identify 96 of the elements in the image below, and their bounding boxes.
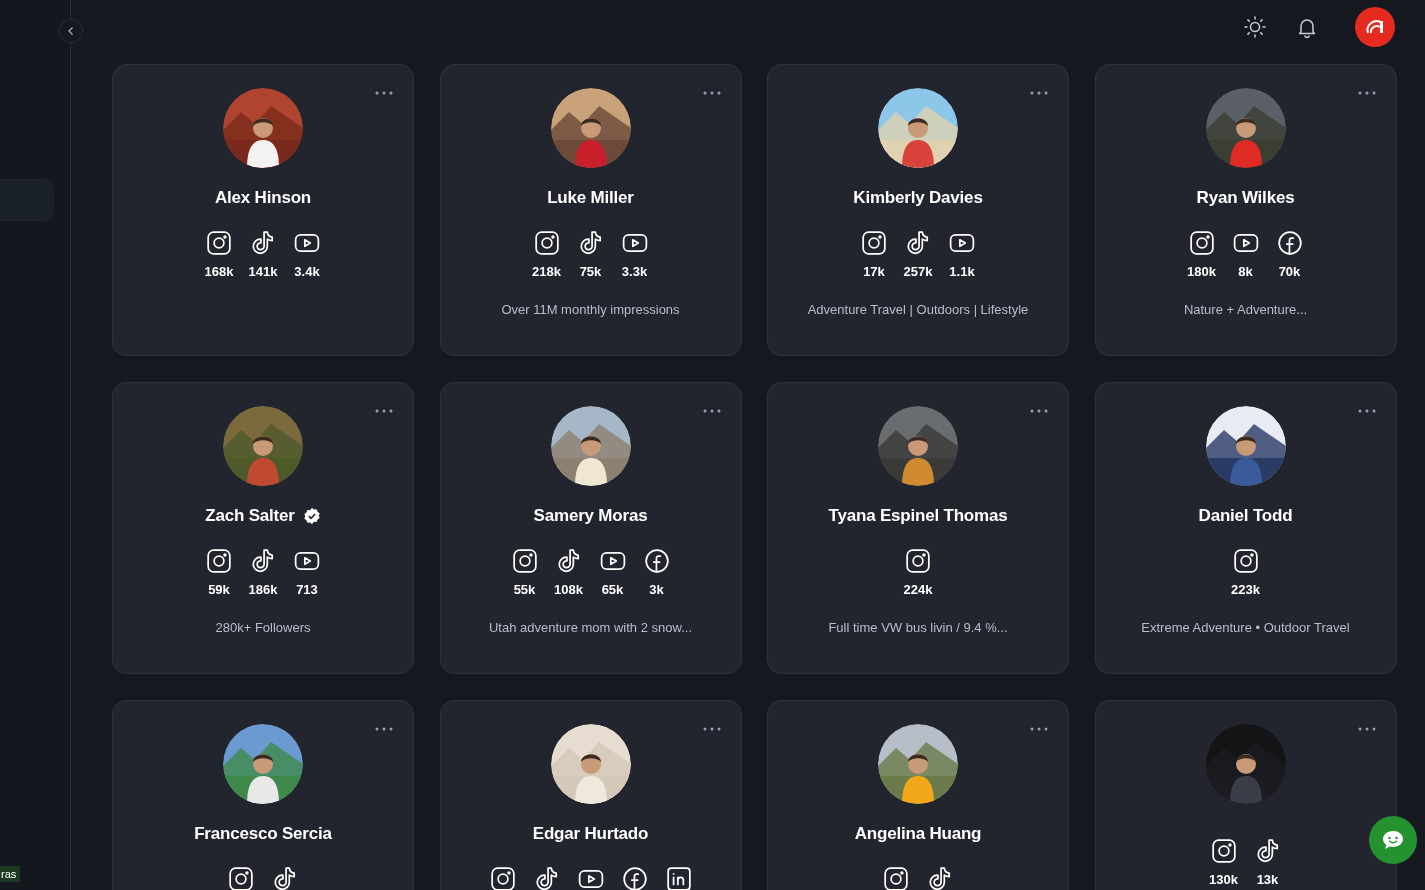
instagram-icon [228,866,254,890]
tiktok-icon [927,866,953,890]
instagram-icon [1210,838,1237,864]
corner-tag: ras [0,866,21,882]
follower-count: 108k [554,582,583,598]
creator-card[interactable]: Alex Hinson 168k 141k 3.4k [112,64,414,356]
instagram-icon [206,230,232,256]
more-icon[interactable] [375,409,393,413]
collapse-button[interactable] [59,19,83,43]
tiktok-icon [272,866,298,890]
creator-description: Adventure Travel | Outdoors | Lifestyle [807,302,1029,317]
facebook-icon [621,866,648,890]
facebook-icon [1276,230,1303,256]
creator-card[interactable]: Ryan Wilkes 180k 8k 70k Nature + Adventure... [1094,64,1397,356]
creator-description: Nature + Adventure... [1183,302,1308,317]
instagram-icon [511,548,538,574]
chevron-left-icon [66,26,76,36]
creator-name: Edgar Hurtado [532,824,649,844]
instagram-icon [533,230,560,256]
creator-name: Kimberly Davies [853,188,983,208]
creator-description: 280k+ Followers [215,620,311,635]
creator-description: Full time VW bus livin / 9.4 %... [828,620,1008,635]
creator-card[interactable]: Angelina Huang [767,700,1069,890]
follower-count: 1.1k [949,264,975,280]
more-icon[interactable] [375,727,393,731]
tiktok-icon [555,548,582,574]
tiktok-icon [250,230,276,256]
creator-card[interactable]: Samery Moras 55k 108k 65k 3k Utah adventure mom with 2 snow... [439,382,742,674]
instagram-icon [861,230,887,256]
more-icon[interactable] [702,91,721,95]
creator-name: Zach Salter [205,506,295,526]
instagram-icon [905,548,931,574]
tiktok-icon [250,548,276,574]
follower-count: 3k [649,582,664,598]
creator-card[interactable]: 130k 13k [1094,700,1397,890]
follower-count: 8k [1238,264,1253,280]
creator-name: Ryan Wilkes [1196,188,1295,208]
tiktok-icon [1254,838,1281,864]
creator-card[interactable]: Daniel Todd 223k Extreme Adventure • Outdoor Travel [1094,382,1397,674]
follower-count: 17k [863,264,885,280]
chat-icon [1381,829,1405,851]
more-icon[interactable] [1357,727,1376,731]
instagram-icon [1232,548,1259,574]
creator-card[interactable]: Luke Miller 218k 75k 3.3k Over 11M monthly impressions [439,64,742,356]
creator-name: Tyana Espinel Thomas [828,506,1008,526]
creator-card[interactable]: Zach Salter 59k 186k 713 280k+ Followers [112,382,414,674]
creator-description: Over 11M monthly impressions [501,302,680,317]
creator-card[interactable]: Tyana Espinel Thomas 224k Full time VW bus livin / 9.4 %... [767,382,1069,674]
facebook-icon [643,548,670,574]
follower-count: 713 [296,582,318,598]
creator-name: Francesco Sercia [194,824,332,844]
follower-count: 13k [1256,872,1279,888]
follower-count: 186k [248,582,278,598]
creator-card[interactable]: Edgar Hurtado [439,700,742,890]
more-icon[interactable] [1030,727,1048,731]
follower-count: 218k [532,264,561,280]
follower-count: 59k [208,582,230,598]
follower-count: 65k [601,582,624,598]
instagram-icon [489,866,516,890]
creator-name: Samery Moras [533,506,648,526]
more-icon[interactable] [702,727,721,731]
instagram-icon [206,548,232,574]
more-icon[interactable] [1357,91,1376,95]
tiktok-icon [577,230,604,256]
creator-card[interactable]: Francesco Sercia [112,700,414,890]
creator-name: Angelina Huang [854,824,982,844]
follower-count: 55k [513,582,536,598]
sun-icon[interactable] [1243,15,1267,39]
instagram-icon [1188,230,1215,256]
follower-count: 224k [903,582,933,598]
more-icon[interactable] [375,91,393,95]
more-icon[interactable] [702,409,721,413]
follower-count: 3.3k [621,264,648,280]
creator-name: Luke Miller [547,188,634,208]
more-icon[interactable] [1030,409,1048,413]
linkedin-icon [665,866,692,890]
follower-count: 3.4k [294,264,320,280]
creator-name: Alex Hinson [214,188,311,208]
follower-count: 223k [1231,582,1260,598]
follower-count: 141k [248,264,278,280]
instagram-icon [883,866,909,890]
tiktok-icon [533,866,560,890]
creator-description: Extreme Adventure • Outdoor Travel [1141,620,1350,635]
follower-count: 180k [1187,264,1216,280]
more-icon[interactable] [1030,91,1048,95]
follower-count: 168k [204,264,234,280]
follower-count: 70k [1278,264,1301,280]
creator-description: Utah adventure mom with 2 snow... [488,620,692,635]
creator-name: Daniel Todd [1198,506,1293,526]
creator-card[interactable]: Kimberly Davies 17k 257k 1.1k Adventure Travel | Outdoors | Lifestyle [767,64,1069,356]
more-icon[interactable] [1357,409,1376,413]
follower-count: 130k [1209,872,1238,888]
follower-count: 75k [579,264,602,280]
tiktok-icon [905,230,931,256]
chat-button[interactable] [1369,816,1417,864]
follower-count: 257k [903,264,933,280]
